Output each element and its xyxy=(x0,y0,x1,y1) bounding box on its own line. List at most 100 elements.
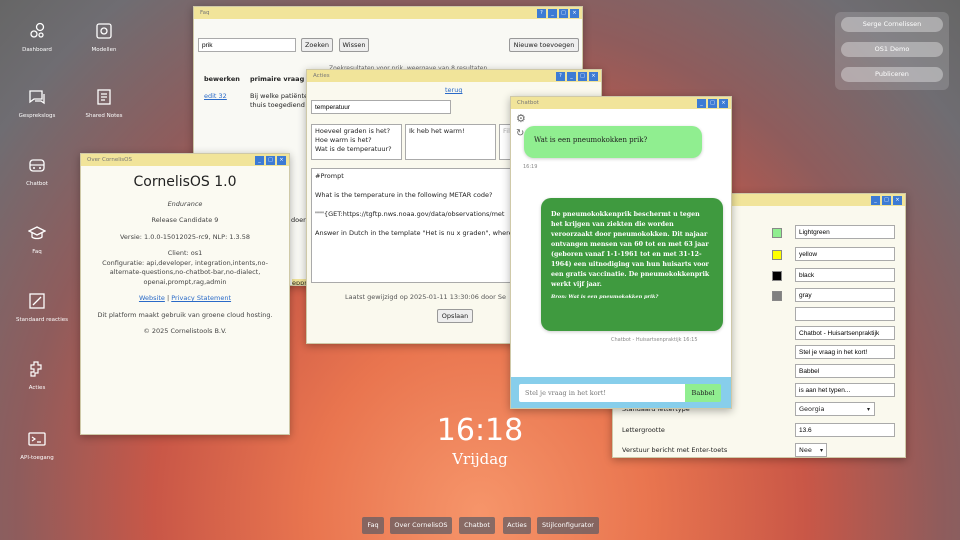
gear-icon[interactable]: ⚙ xyxy=(516,112,526,125)
taskbar-chatbot[interactable]: Chatbot xyxy=(459,517,495,534)
close-icon[interactable]: × xyxy=(893,195,902,205)
chatbot-name-field[interactable] xyxy=(795,326,895,340)
minimize-icon[interactable]: _ xyxy=(255,155,264,165)
font-select[interactable]: Georgia ▾ xyxy=(795,402,875,416)
clock-day: Vrijdag xyxy=(452,450,508,468)
minimize-icon[interactable]: _ xyxy=(697,98,706,108)
copyright-text: © 2025 Cornelistools B.V. xyxy=(143,327,227,335)
standard-replies-icon xyxy=(29,293,45,309)
taskbar-about[interactable]: Over CornelisOS xyxy=(390,517,452,534)
desktop-icon-gesprekslogs[interactable]: Gesprekslogs xyxy=(16,88,58,119)
edit-link[interactable]: edit 32 xyxy=(204,92,227,100)
chevron-down-icon: ▾ xyxy=(866,406,870,413)
maximize-icon[interactable]: □ xyxy=(559,8,568,18)
size-field[interactable] xyxy=(795,423,895,437)
bot-message-bubble: De pneumokokkenprik beschermt u tegen he… xyxy=(541,198,723,331)
desktop-icon-modellen[interactable]: Modellen xyxy=(83,22,125,53)
maximize-icon[interactable]: □ xyxy=(708,98,717,108)
search-button[interactable]: Zoeken xyxy=(301,38,333,52)
desktop-icon-api-toegang[interactable]: API-toegang xyxy=(16,430,58,461)
color-field[interactable] xyxy=(795,225,895,239)
save-button[interactable]: Opslaan xyxy=(437,309,473,323)
question-line: Wat is de temperatuur? xyxy=(315,145,392,153)
color-field[interactable] xyxy=(795,247,895,261)
user-name-button[interactable]: Serge Cornelissen xyxy=(841,17,943,32)
answer-field[interactable]: Ik heb het warm! xyxy=(405,124,496,160)
chat-input[interactable] xyxy=(519,384,685,402)
help-icon[interactable]: ? xyxy=(537,8,546,18)
environment-button[interactable]: OS1 Demo xyxy=(841,42,943,57)
terminal-icon xyxy=(28,432,46,446)
desktop-icon-dashboard[interactable]: Dashboard xyxy=(16,22,58,53)
action-name-input[interactable] xyxy=(311,100,451,114)
size-label: Lettergrootte xyxy=(622,426,665,434)
window-title: Chatbot xyxy=(517,100,539,106)
answer-text: Ik heb het warm! xyxy=(409,127,465,135)
color-swatch[interactable] xyxy=(772,228,782,238)
clear-button[interactable]: Wissen xyxy=(339,38,369,52)
close-icon[interactable]: × xyxy=(719,98,728,108)
color-swatch[interactable] xyxy=(772,250,782,260)
enter-select[interactable]: Nee ▾ xyxy=(795,443,827,457)
maximize-icon[interactable]: □ xyxy=(578,71,587,81)
desktop-icon-shared-notes[interactable]: Shared Notes xyxy=(83,88,125,119)
chatbot-titlebar[interactable]: Chatbot _ □ × xyxy=(511,97,731,109)
taskbar-stijlconfigurator[interactable]: Stijlconfigurator xyxy=(537,517,599,534)
os-codename: Endurance xyxy=(167,199,203,208)
question-line: Hoeveel graden is het? xyxy=(315,127,391,135)
bot-message-meta: Chatbot - Huisartsenpraktijk 16:15 xyxy=(611,337,698,343)
desktop-icon-label: Dashboard xyxy=(22,47,52,53)
hosting-text: Dit platform maakt gebruik van groene cl… xyxy=(97,310,273,319)
color-swatch[interactable] xyxy=(772,271,782,281)
maximize-icon[interactable]: □ xyxy=(266,155,275,165)
user-message-bubble: Wat is een pneumokokken prik? xyxy=(524,126,702,158)
new-faq-button[interactable]: Nieuwe toevoegen xyxy=(509,38,579,52)
desktop-icon-acties[interactable]: Acties xyxy=(16,360,58,391)
user-message-text: Wat is een pneumokokken prik? xyxy=(534,136,648,144)
column-header-question: primaire vraag xyxy=(250,75,305,83)
taskbar-faq[interactable]: Faq xyxy=(362,517,384,534)
close-icon[interactable]: × xyxy=(589,71,598,81)
desktop-icon-label: Modellen xyxy=(91,47,117,53)
minimize-icon[interactable]: _ xyxy=(548,8,557,18)
about-links: Website | Privacy Statement xyxy=(95,294,275,304)
close-icon[interactable]: × xyxy=(570,8,579,18)
column-header-edit: bewerken xyxy=(204,75,240,83)
faq-icon xyxy=(28,226,46,240)
faq-titlebar[interactable]: Faq ? _ □ × xyxy=(194,7,582,19)
desktop-icon-faq[interactable]: Faq xyxy=(16,224,58,255)
typing-text-field[interactable] xyxy=(795,383,895,397)
website-link[interactable]: Website xyxy=(139,294,165,302)
models-icon xyxy=(96,23,112,39)
back-link[interactable]: terug xyxy=(445,86,462,94)
privacy-link[interactable]: Privacy Statement xyxy=(171,294,231,302)
faq-partial-text: doer xyxy=(291,216,306,224)
window-title: Over CornelisOS xyxy=(87,157,132,163)
about-window: Over CornelisOS _ □ × CornelisOS 1.0 Endur… xyxy=(80,153,290,435)
clock-time: 16:18 xyxy=(436,413,524,448)
desktop-icon-chatbot[interactable]: Chatbot xyxy=(16,156,58,187)
send-button[interactable]: Babbel xyxy=(685,384,721,402)
empty-field[interactable] xyxy=(795,307,895,321)
send-label-field[interactable] xyxy=(795,364,895,378)
color-field[interactable] xyxy=(795,288,895,302)
questions-field[interactable]: Hoeveel graden is het? Hoe warm is het? … xyxy=(311,124,402,160)
minimize-icon[interactable]: _ xyxy=(567,71,576,81)
close-icon[interactable]: × xyxy=(277,155,286,165)
faq-question-line: Bij welke patiënte xyxy=(250,92,308,100)
color-field[interactable] xyxy=(795,268,895,282)
help-icon[interactable]: ? xyxy=(556,71,565,81)
acties-titlebar[interactable]: Acties ? _ □ × xyxy=(307,70,601,82)
actions-icon xyxy=(30,361,42,377)
taskbar-acties[interactable]: Acties xyxy=(503,517,531,534)
publish-button[interactable]: Publiceren xyxy=(841,67,943,82)
desktop-icon-label: Gesprekslogs xyxy=(18,113,56,119)
last-edited-text: Laatst gewijzigd op 2025-01-11 13:30:06 … xyxy=(345,293,506,301)
desktop-icon-standaard-reacties[interactable]: Standaard reacties xyxy=(16,292,68,323)
faq-search-input[interactable] xyxy=(198,38,296,52)
placeholder-field[interactable] xyxy=(795,345,895,359)
about-titlebar[interactable]: Over CornelisOS _ □ × xyxy=(81,154,289,166)
minimize-icon[interactable]: _ xyxy=(871,195,880,205)
maximize-icon[interactable]: □ xyxy=(882,195,891,205)
color-swatch[interactable] xyxy=(772,291,782,301)
